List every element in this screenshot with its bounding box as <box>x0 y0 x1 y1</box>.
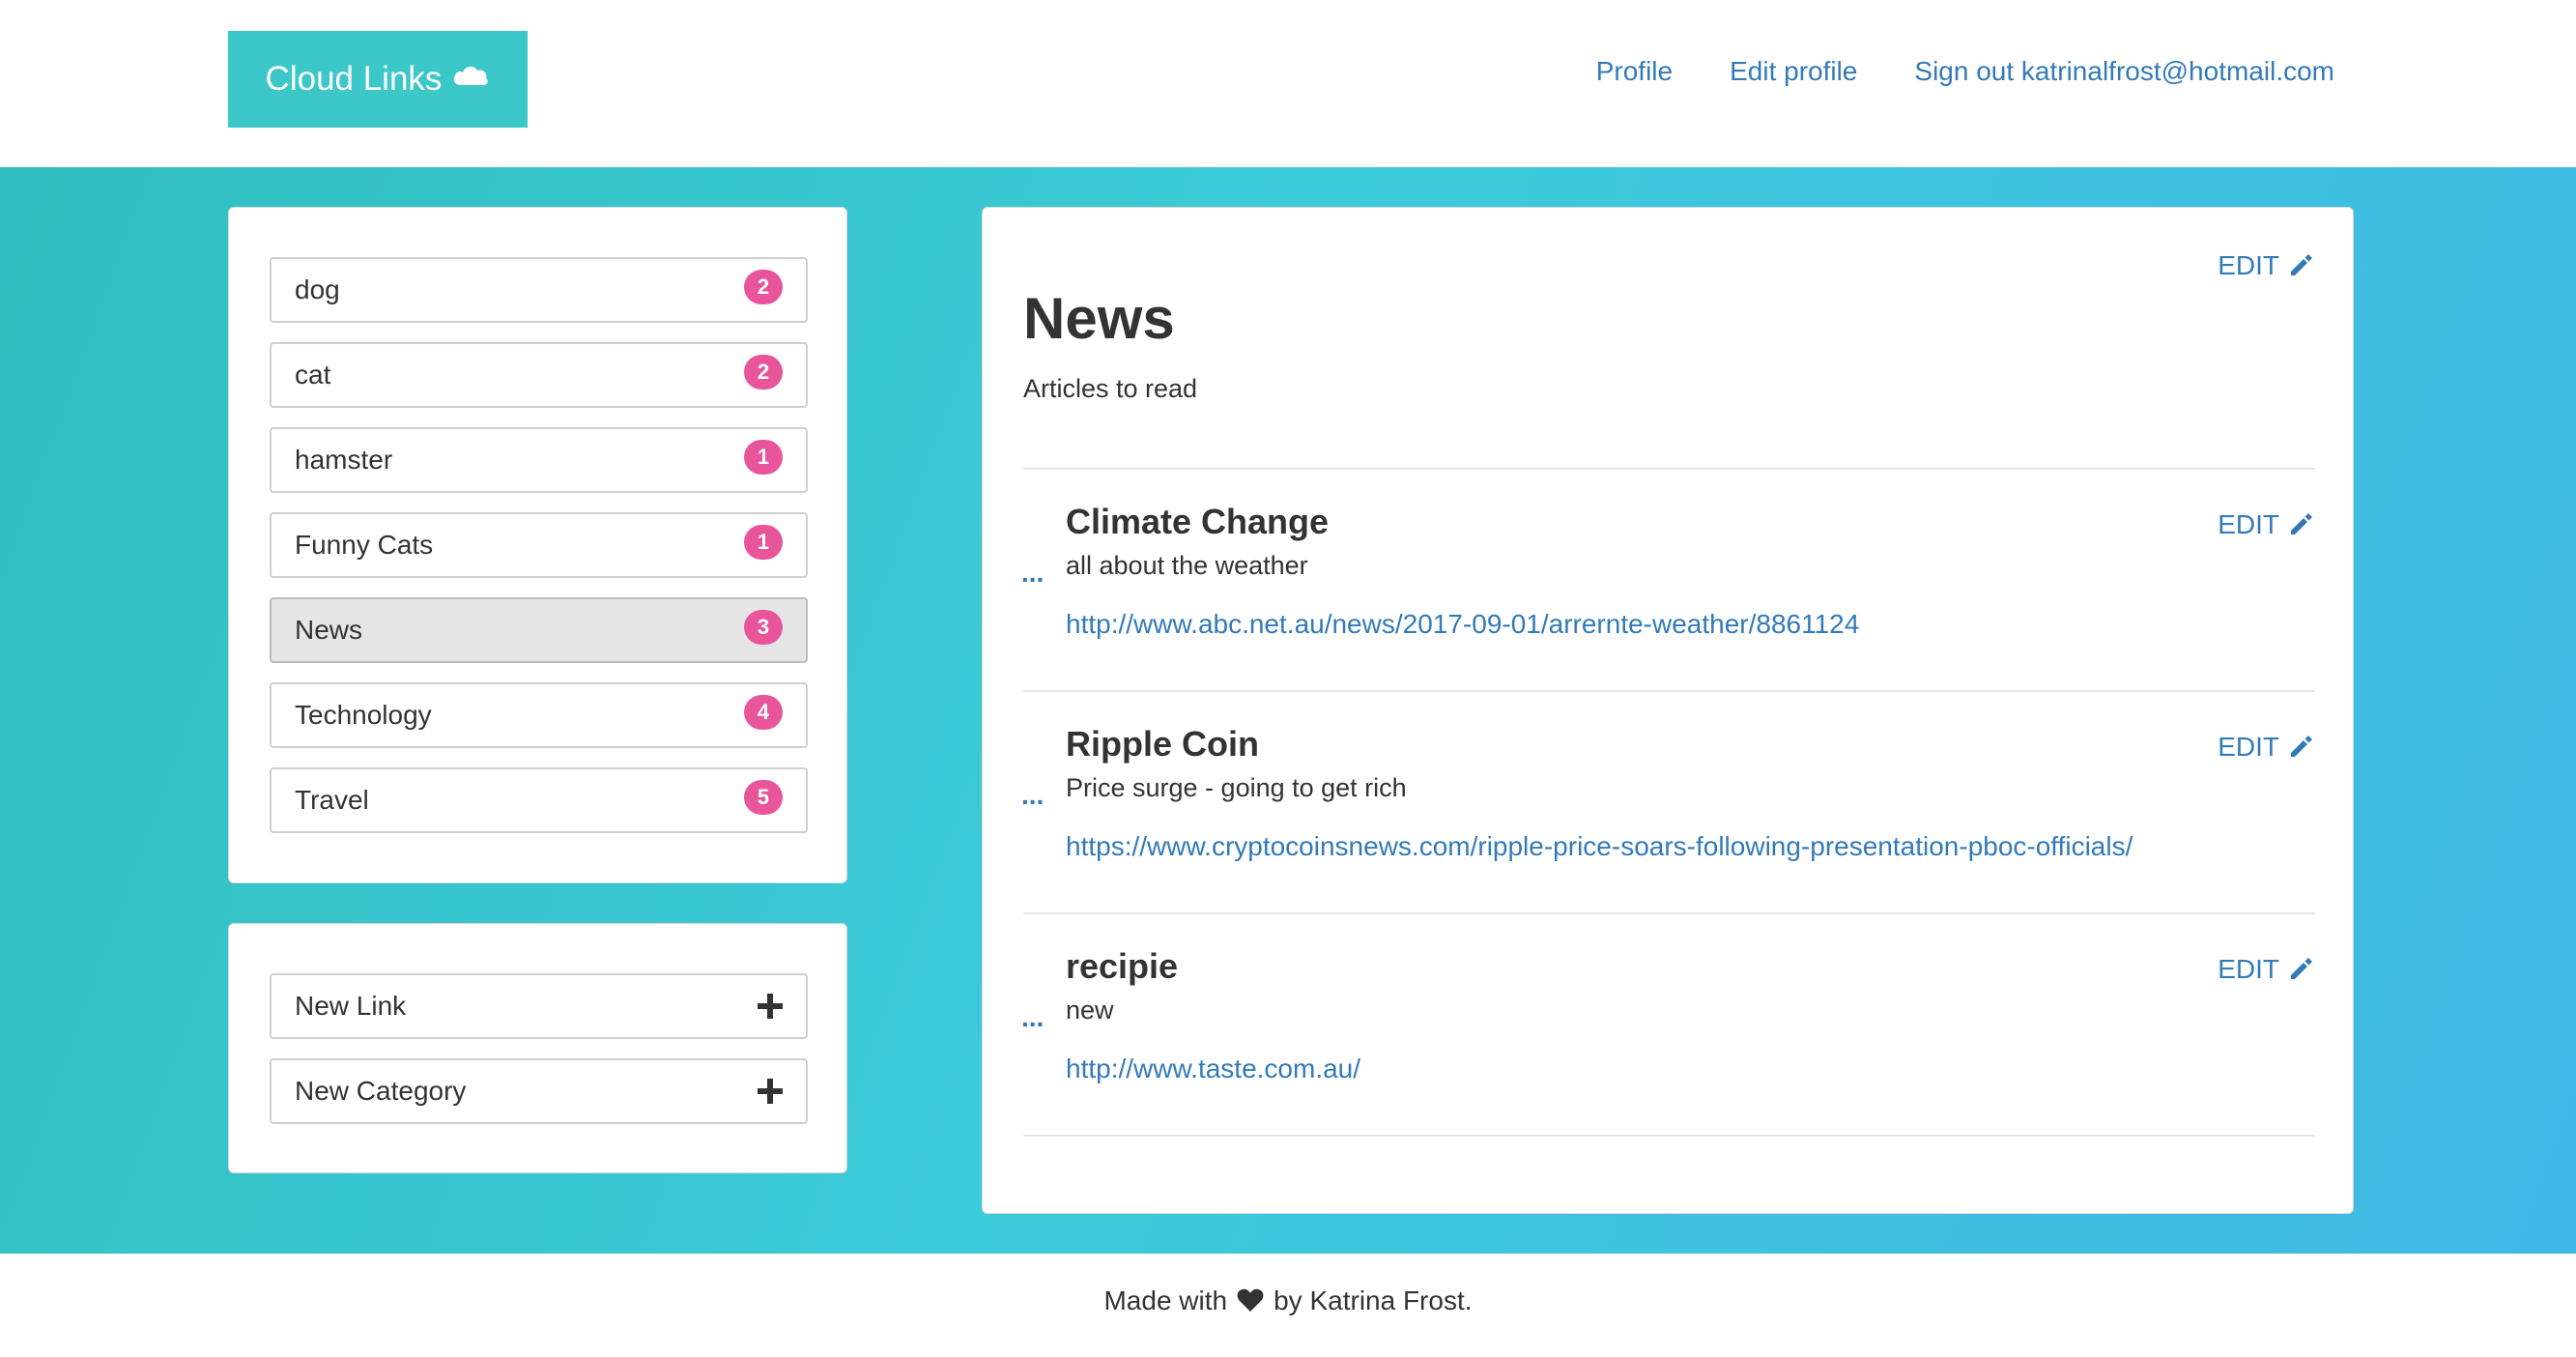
action-list: New Link New Category <box>270 973 808 1143</box>
category-list: dog 2 cat 2 hamster 1 Funny Cats 1 News … <box>270 257 808 852</box>
category-item-dog[interactable]: dog 2 <box>270 257 808 323</box>
category-label: Travel <box>295 785 369 815</box>
divider <box>1023 912 2315 914</box>
heart-icon <box>1237 1288 1264 1312</box>
edit-link-button[interactable]: EDIT <box>2218 732 2314 763</box>
link-title: Climate Change <box>1066 502 1330 541</box>
link-url[interactable]: http://www.taste.com.au/ <box>1066 1054 1360 1084</box>
edit-label: EDIT <box>2218 954 2279 984</box>
pencil-icon <box>2291 736 2312 757</box>
link-url[interactable]: https://www.cryptocoinsnews.com/ripple-p… <box>1066 831 2132 862</box>
brand-name: Cloud Links <box>265 60 443 98</box>
new-link-button[interactable]: New Link <box>270 973 808 1039</box>
category-count-badge: 3 <box>744 610 783 645</box>
link-title: recipie <box>1066 946 1179 986</box>
link-description: Price surge - going to get rich <box>1066 773 1407 802</box>
expand-link-button[interactable]: ... <box>1021 1002 1044 1033</box>
link-description: all about the weather <box>1066 551 1308 580</box>
category-count-badge: 1 <box>744 440 783 475</box>
edit-category-button[interactable]: EDIT <box>2218 250 2314 281</box>
new-category-label: New Category <box>295 1076 467 1106</box>
edit-link-button[interactable]: EDIT <box>2218 509 2314 540</box>
pencil-icon <box>2291 958 2312 979</box>
main-area: dog 2 cat 2 hamster 1 Funny Cats 1 News … <box>0 167 2576 1254</box>
category-label: hamster <box>295 445 393 475</box>
new-link-label: New Link <box>295 991 407 1021</box>
plus-icon <box>758 1079 783 1104</box>
plus-icon <box>758 994 783 1019</box>
category-detail-panel: EDIT News Articles to read EDIT Climate … <box>982 207 2354 1214</box>
categories-panel: dog 2 cat 2 hamster 1 Funny Cats 1 News … <box>228 207 847 883</box>
edit-link-button[interactable]: EDIT <box>2218 954 2314 985</box>
nav-sign-out-link[interactable]: Sign out katrinalfrost@hotmail.com <box>1914 56 2334 87</box>
edit-label: EDIT <box>2218 509 2279 539</box>
edit-label: EDIT <box>2218 732 2279 762</box>
category-label: News <box>295 615 363 645</box>
divider <box>1023 468 2315 470</box>
link-title: Ripple Coin <box>1066 724 1259 764</box>
footer-prefix: Made with <box>1103 1285 1228 1315</box>
pencil-icon <box>2291 254 2312 275</box>
new-category-button[interactable]: New Category <box>270 1058 808 1124</box>
footer-suffix: by Katrina Frost. <box>1274 1285 1473 1315</box>
category-item-technology[interactable]: Technology 4 <box>270 682 808 748</box>
brand-logo-link[interactable]: Cloud Links <box>228 31 528 128</box>
category-item-travel[interactable]: Travel 5 <box>270 767 808 833</box>
category-count-badge: 1 <box>744 525 783 560</box>
category-item-cat[interactable]: cat 2 <box>270 342 808 408</box>
top-nav: Profile Edit profile Sign out katrinalfr… <box>1596 56 2334 87</box>
category-label: Funny Cats <box>295 530 434 560</box>
category-label: cat <box>295 360 331 390</box>
category-title: News <box>1023 286 1175 351</box>
actions-panel: New Link New Category <box>228 923 847 1173</box>
divider <box>1023 1135 2315 1137</box>
divider <box>1023 690 2315 692</box>
expand-link-button[interactable]: ... <box>1021 558 1044 589</box>
category-count-badge: 2 <box>744 355 783 390</box>
category-count-badge: 2 <box>744 270 783 304</box>
link-description: new <box>1066 996 1114 1025</box>
cloud-icon <box>454 67 489 85</box>
nav-profile-link[interactable]: Profile <box>1596 56 1673 87</box>
category-item-news[interactable]: News 3 <box>270 597 808 663</box>
category-item-funny-cats[interactable]: Funny Cats 1 <box>270 512 808 578</box>
category-item-hamster[interactable]: hamster 1 <box>270 427 808 493</box>
nav-edit-profile-link[interactable]: Edit profile <box>1730 56 1857 87</box>
category-description: Articles to read <box>1023 374 1198 403</box>
category-label: Technology <box>295 700 432 730</box>
top-navbar: Cloud Links Profile Edit profile Sign ou… <box>0 0 2576 167</box>
category-count-badge: 4 <box>744 695 783 730</box>
edit-label: EDIT <box>2218 250 2279 280</box>
footer: Made with by Katrina Frost. <box>0 1254 2576 1357</box>
category-count-badge: 5 <box>744 780 783 815</box>
category-label: dog <box>295 274 340 304</box>
pencil-icon <box>2291 513 2312 534</box>
link-url[interactable]: http://www.abc.net.au/news/2017-09-01/ar… <box>1066 609 1859 640</box>
expand-link-button[interactable]: ... <box>1021 780 1044 811</box>
